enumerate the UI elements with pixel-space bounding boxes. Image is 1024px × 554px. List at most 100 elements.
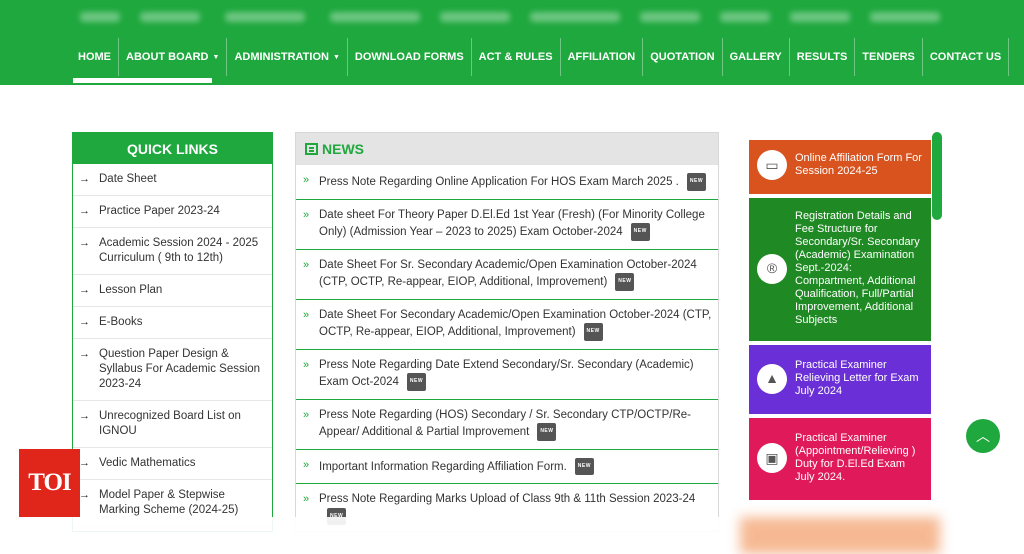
nav-item-label: HOME <box>78 51 111 63</box>
side-card-label: Online Affiliation Form For Session 2024… <box>795 152 922 177</box>
quick-link-item[interactable]: → Lesson Plan <box>73 275 272 307</box>
nav-item-label: AFFILIATION <box>567 51 636 63</box>
nav-item-download-forms[interactable]: DOWNLOAD FORMS <box>348 38 472 76</box>
new-badge: NEW <box>574 457 594 475</box>
nav-item-quotation[interactable]: QUOTATION <box>643 38 723 76</box>
side-card-label: Practical Examiner Relieving Letter for … <box>795 359 919 397</box>
quick-link-label: Unrecognized Board List on IGNOU <box>99 410 241 437</box>
nav-item-label: DOWNLOAD FORMS <box>354 51 464 63</box>
news-item-label: Important Information Regarding Affiliat… <box>319 460 567 473</box>
quick-link-item[interactable]: → Practice Paper 2023-24 <box>73 196 272 228</box>
side-card[interactable]: ▭ Online Affiliation Form For Session 202… <box>749 140 931 194</box>
id-card-icon: ▭ <box>757 150 787 180</box>
bottom-fade <box>0 517 1024 554</box>
nav-item-results[interactable]: RESULTS <box>790 38 856 76</box>
double-chevron-icon: » <box>303 258 310 271</box>
arrow-right-icon: → <box>79 489 90 501</box>
registered-icon: ® <box>757 253 787 284</box>
quick-link-item[interactable]: → Vedic Mathematics <box>73 448 272 480</box>
quick-link-item[interactable]: → Unrecognized Board List on IGNOU <box>73 401 272 448</box>
nav-item-administration[interactable]: ADMINISTRATION ▼ <box>227 38 348 76</box>
news-list: » Press Note Regarding Online Application… <box>296 165 718 531</box>
chevron-up-icon: ︿ <box>976 428 990 444</box>
nav-item-label: ABOUT BOARD <box>126 51 209 63</box>
quick-link-label: E-Books <box>99 316 143 328</box>
side-card[interactable]: ® Registration Details and Fee Structure … <box>749 198 931 341</box>
nav-item-label: CONTACT US <box>929 51 1002 63</box>
arrow-right-icon: → <box>79 205 90 217</box>
double-chevron-icon: » <box>303 208 310 221</box>
nav-item-about-board[interactable]: ABOUT BOARD ▼ <box>119 38 228 76</box>
nav-item-label: GALLERY <box>729 51 782 63</box>
nav-item-tenders[interactable]: TENDERS <box>855 38 923 76</box>
news-item-label: Press Note Regarding Marks Upload of Cla… <box>319 493 696 505</box>
news-item-label: Press Note Regarding (HOS) Secondary / S… <box>319 408 691 438</box>
quick-links-title: QUICK LINKS <box>73 133 272 164</box>
arrow-right-icon: → <box>79 316 90 328</box>
nav-item-label: RESULTS <box>796 51 848 63</box>
nav-item-label: ACT & RULES <box>478 51 553 63</box>
arrow-right-icon: → <box>79 348 90 360</box>
news-header: NEWS <box>296 133 718 165</box>
new-badge: NEW <box>583 323 603 341</box>
nav-item-contact-us[interactable]: CONTACT US <box>923 38 1010 76</box>
double-chevron-icon: » <box>303 458 310 471</box>
toi-watermark-logo: TOI <box>19 449 80 517</box>
nav-item-act-rules[interactable]: ACT & RULES <box>472 38 561 76</box>
chart-icon: ▲ <box>757 363 787 394</box>
quick-links-panel: QUICK LINKS → Date Sheet → Practice Paper 2… <box>72 132 273 532</box>
news-item[interactable]: » Press Note Regarding Online Application… <box>296 165 718 200</box>
arrow-right-icon: → <box>79 284 90 296</box>
new-badge: NEW <box>406 373 427 391</box>
new-badge: NEW <box>686 173 707 191</box>
quick-link-item[interactable]: → E-Books <box>73 307 272 339</box>
quick-link-item[interactable]: → Date Sheet <box>73 164 272 196</box>
side-cards: ▭ Online Affiliation Form For Session 202… <box>749 140 931 504</box>
news-item[interactable]: » Press Note Regarding (HOS) Secondary / … <box>296 400 718 450</box>
double-chevron-icon: » <box>303 408 310 421</box>
double-chevron-icon: » <box>303 174 310 186</box>
news-title: NEWS <box>322 141 364 157</box>
news-item-label: Press Note Regarding Online Application … <box>319 175 679 188</box>
nav-item-gallery[interactable]: GALLERY <box>723 38 790 76</box>
news-item-label: Date Sheet For Sr. Secondary Academic/Op… <box>319 258 697 288</box>
arrow-right-icon: → <box>79 457 90 469</box>
news-item[interactable]: » Important Information Regarding Affilia… <box>296 450 718 484</box>
side-card[interactable]: ▲ Practical Examiner Relieving Letter for… <box>749 345 931 414</box>
news-item[interactable]: » Date sheet For Theory Paper D.El.Ed 1st… <box>296 200 718 250</box>
nav-item-label: ADMINISTRATION <box>234 51 329 63</box>
news-item[interactable]: » Date Sheet For Secondary Academic/Open … <box>296 300 718 350</box>
caret-down-icon: ▼ <box>212 53 220 61</box>
news-panel: NEWS » Press Note Regarding Online Applic… <box>295 132 719 532</box>
double-chevron-icon: » <box>303 358 310 371</box>
quick-link-label: Vedic Mathematics <box>99 457 196 469</box>
nav-item-affiliation[interactable]: AFFILIATION <box>561 38 644 76</box>
back-to-top-button[interactable]: ︿ <box>966 419 1000 453</box>
side-card-label: Practical Examiner (Appointment/Relievin… <box>795 432 916 483</box>
top-header-strip <box>0 0 1024 38</box>
nav-item-label: TENDERS <box>862 51 915 63</box>
quick-link-label: Practice Paper 2023-24 <box>99 205 220 217</box>
caret-down-icon: ▼ <box>332 53 340 61</box>
news-item[interactable]: » Press Note Regarding Date Extend Second… <box>296 350 718 400</box>
nav-item-home[interactable]: HOME <box>71 38 119 76</box>
newspaper-icon <box>305 143 318 155</box>
home-active-indicator <box>73 78 212 83</box>
new-badge: NEW <box>537 423 557 441</box>
news-item[interactable]: » Date Sheet For Sr. Secondary Academic/O… <box>296 250 718 300</box>
ambulance-icon: ▣ <box>757 443 787 473</box>
side-card[interactable]: ▣ Practical Examiner (Appointment/Relievi… <box>749 418 931 500</box>
double-chevron-icon: » <box>303 308 310 321</box>
new-badge: NEW <box>615 273 635 291</box>
quick-links-list: → Date Sheet → Practice Paper 2023-24 → Acade… <box>73 164 272 527</box>
news-item-label: Press Note Regarding Date Extend Seconda… <box>319 358 694 388</box>
quick-link-item[interactable]: → Academic Session 2024 - 2025 Curriculum… <box>73 228 272 275</box>
quick-link-label: Question Paper Design & Syllabus For Aca… <box>99 348 261 390</box>
side-scrollbar[interactable] <box>932 132 942 220</box>
quick-link-label: Academic Session 2024 - 2025 Curriculum … <box>99 237 259 264</box>
news-item-label: Date Sheet For Secondary Academic/Open E… <box>319 308 712 338</box>
nav-item-label: QUOTATION <box>650 51 715 63</box>
quick-link-label: Date Sheet <box>99 173 157 185</box>
quick-link-item[interactable]: → Question Paper Design & Syllabus For Ac… <box>73 339 272 401</box>
new-badge: NEW <box>630 223 650 241</box>
